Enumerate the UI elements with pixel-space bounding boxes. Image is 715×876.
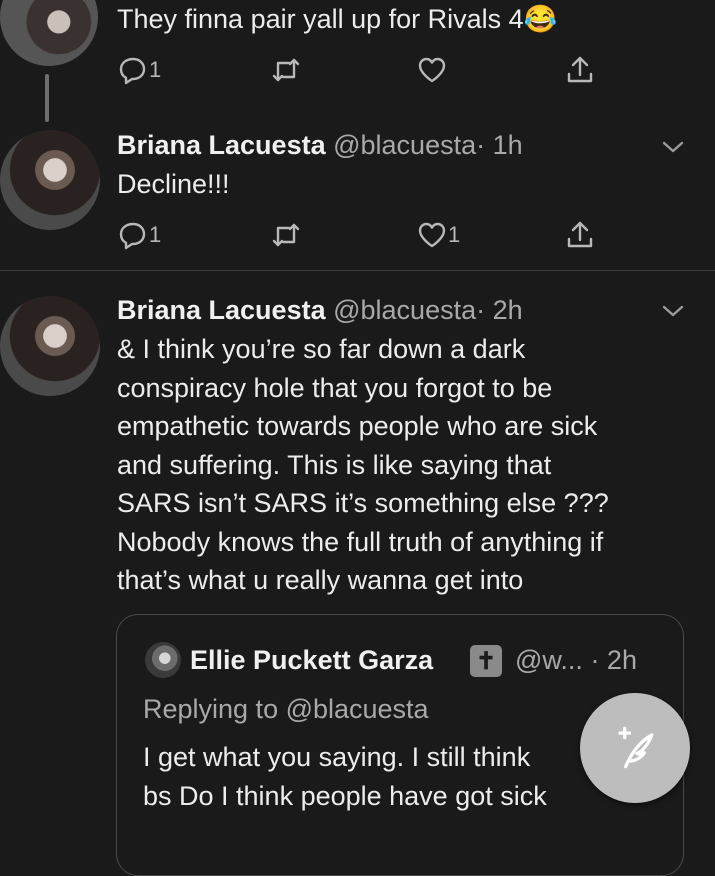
retweet-icon — [272, 223, 300, 247]
author-handle[interactable]: @blacuesta — [333, 295, 476, 325]
quoted-header: Ellie Puckett Garza — [190, 641, 433, 680]
like-button[interactable] — [416, 54, 448, 86]
share-button[interactable] — [564, 219, 596, 251]
laughing-emoji-icon: 😂 — [523, 4, 558, 34]
chevron-down-icon — [662, 305, 684, 317]
heart-icon — [418, 222, 446, 248]
tweet-menu-button[interactable] — [660, 134, 686, 165]
timestamp: · 2h — [476, 295, 523, 325]
retweet-icon — [272, 58, 300, 82]
tweet-line: empathetic towards people who are sick — [117, 411, 598, 441]
tweet-line: & I think you’re so far down a dark — [117, 334, 526, 364]
thread-line — [45, 74, 49, 122]
tweet-header: Briana Lacuesta @blacuesta· 1h — [117, 126, 523, 165]
tweet-line: conspiracy hole that you forgot to be — [117, 372, 553, 403]
tweet-text: Decline!!! — [117, 169, 230, 199]
chevron-down-icon — [662, 141, 684, 153]
quoted-author-handle: @w... — [515, 645, 583, 675]
reply-button[interactable]: 1 — [117, 219, 161, 251]
tweet-line: Nobody knows the full truth of anything … — [117, 526, 604, 557]
cross-badge-icon: ✝ — [470, 645, 502, 677]
like-button[interactable]: 1 — [416, 219, 460, 251]
quoted-avatar — [145, 642, 181, 678]
quoted-meta: @w... · 2h — [515, 641, 637, 680]
avatar[interactable] — [0, 130, 100, 230]
share-icon — [567, 221, 593, 248]
replying-to: Replying to @blacuesta — [143, 694, 429, 724]
reply-count: 1 — [149, 57, 162, 82]
tweet-line: and suffering. This is like saying that — [117, 449, 552, 480]
tweet-text: They finna pair yall up for Rivals 4😂 — [117, 4, 558, 34]
avatar[interactable] — [0, 0, 98, 66]
author-name[interactable]: Briana Lacuesta — [117, 295, 326, 325]
like-count: 1 — [448, 222, 461, 247]
author-handle[interactable]: @blacuesta — [333, 130, 476, 160]
quoted-timestamp: · 2h — [590, 645, 637, 675]
timestamp: · 1h — [476, 130, 523, 160]
tweet-menu-button[interactable] — [660, 298, 686, 329]
tweet-line: that’s what u really wanna get into — [117, 565, 524, 595]
reply-button[interactable]: 1 — [117, 54, 161, 86]
tweet-line: SARS isn’t SARS it’s something else ??? — [117, 488, 609, 518]
reply-count: 1 — [149, 222, 162, 247]
tweet-header: Briana Lacuesta @blacuesta· 2h — [117, 291, 523, 330]
compose-tweet-button[interactable] — [580, 693, 690, 803]
author-name[interactable]: Briana Lacuesta — [117, 130, 326, 160]
avatar[interactable] — [0, 296, 100, 396]
tweet-body: & I think you’re so far down a dark cons… — [117, 330, 707, 600]
reply-icon — [119, 57, 146, 85]
retweet-button[interactable] — [270, 219, 302, 251]
compose-feather-icon — [618, 726, 654, 769]
divider — [0, 270, 715, 271]
reply-icon — [119, 222, 146, 250]
share-button[interactable] — [564, 54, 596, 86]
retweet-button[interactable] — [270, 54, 302, 86]
heart-icon — [418, 57, 446, 83]
quoted-author-name: Ellie Puckett Garza — [190, 645, 434, 675]
share-icon — [567, 56, 593, 83]
